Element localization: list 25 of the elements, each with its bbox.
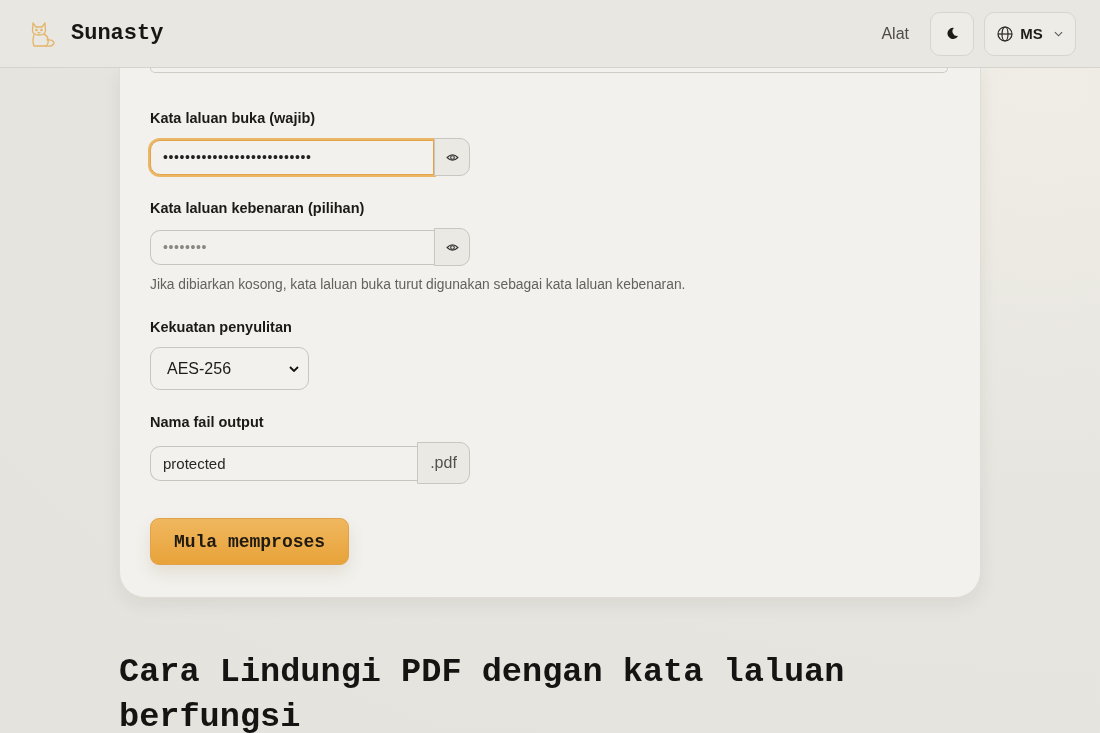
start-processing-button[interactable]: Mula memproses bbox=[150, 518, 349, 565]
filename-field[interactable]: protected bbox=[150, 445, 417, 481]
password-field[interactable]: ••••••••••••••••••••••••••• bbox=[150, 139, 434, 175]
field-label: Kata laluan buka (wajib) bbox=[150, 109, 316, 128]
eye-icon bbox=[445, 242, 459, 252]
eye-icon bbox=[445, 152, 459, 162]
theme-toggle-button[interactable] bbox=[930, 11, 974, 56]
field-label: Kata laluan kebenaran (pilihan) bbox=[150, 199, 365, 218]
file-extension-addon: .pdf bbox=[417, 442, 470, 484]
moon-icon bbox=[945, 27, 959, 40]
chevron-down-icon bbox=[1053, 30, 1063, 37]
field-hint: Jika dibiarkan kosong, kata laluan buka turut digunakan sebagai kata laluan kebenaran. bbox=[150, 277, 686, 293]
chevron-down-icon bbox=[289, 365, 299, 372]
language-button[interactable]: MS bbox=[984, 11, 1076, 56]
field-label: Nama fail output bbox=[150, 413, 264, 432]
encryption-select[interactable]: AES-256 bbox=[150, 347, 309, 390]
show-password-button[interactable] bbox=[434, 228, 470, 266]
input-field[interactable] bbox=[150, 68, 948, 73]
globe-icon bbox=[997, 25, 1014, 42]
show-password-button[interactable] bbox=[434, 138, 470, 176]
field-label: Kekuatan penyulitan bbox=[150, 318, 292, 337]
section-heading: Cara Lindungi PDF dengan kata laluan berfungsi bbox=[119, 652, 846, 733]
brand-name[interactable]: Sunasty bbox=[71, 21, 164, 46]
nav-link[interactable]: Alat bbox=[881, 24, 909, 43]
password-field[interactable]: •••••••• bbox=[150, 229, 434, 265]
